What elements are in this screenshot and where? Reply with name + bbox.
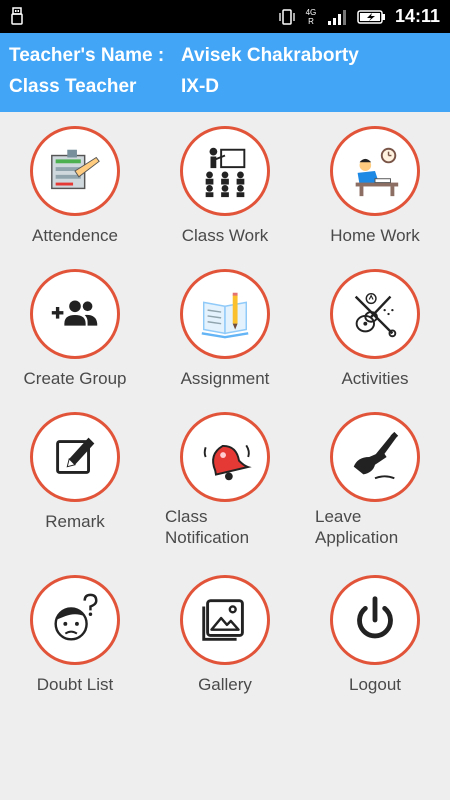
menu-remark[interactable]: Remark bbox=[0, 412, 150, 552]
signal-icon bbox=[327, 9, 346, 25]
menu-label: Class Work bbox=[181, 226, 269, 245]
status-bar: 4G R 14:11 bbox=[0, 0, 450, 33]
menu-class-work[interactable]: Class Work bbox=[150, 126, 300, 266]
menu-assignment[interactable]: Assignment bbox=[150, 269, 300, 409]
activities-icon bbox=[354, 292, 397, 338]
menu-gallery[interactable]: Gallery bbox=[150, 575, 300, 715]
clock: 14:11 bbox=[394, 6, 440, 26]
usb-icon bbox=[11, 7, 23, 25]
menu-create-group[interactable]: Create Group bbox=[0, 269, 150, 409]
menu-home-work[interactable]: Home Work bbox=[300, 126, 450, 266]
remark-icon bbox=[56, 437, 95, 474]
menu-doubt-list[interactable]: Doubt List bbox=[0, 575, 150, 715]
teacher-name-value: Avisek Chakraborty bbox=[181, 45, 359, 66]
gallery-icon bbox=[202, 599, 244, 641]
network-type: 4G R bbox=[305, 7, 317, 26]
menu-label: Doubt List bbox=[36, 675, 114, 694]
menu-activities[interactable]: Activities bbox=[300, 269, 450, 409]
assignment-icon bbox=[201, 292, 249, 339]
home-work-icon bbox=[355, 147, 399, 197]
class-teacher-label: Class Teacher bbox=[9, 76, 137, 97]
menu-label: Create Group bbox=[23, 369, 127, 388]
leave-application-icon bbox=[353, 431, 399, 480]
menu-label: Leave Application bbox=[315, 507, 399, 547]
class-teacher-value: IX-D bbox=[181, 76, 219, 97]
teacher-info-header: Teacher's Name : Avisek Chakraborty Class… bbox=[0, 33, 450, 112]
battery-icon bbox=[357, 9, 385, 24]
menu-label: Class Notification bbox=[165, 507, 250, 547]
menu-label: Home Work bbox=[330, 226, 420, 245]
menu-label: Remark bbox=[45, 512, 105, 531]
doubt-icon bbox=[54, 593, 98, 641]
menu-label: Logout bbox=[349, 675, 401, 694]
attendance-icon bbox=[51, 149, 100, 190]
bell-icon bbox=[203, 444, 252, 481]
menu-class-notification[interactable]: Class Notification bbox=[150, 412, 300, 552]
menu-label: Attendence bbox=[31, 226, 118, 245]
menu-label: Gallery bbox=[198, 675, 252, 694]
menu-label: Activities bbox=[341, 369, 409, 388]
teacher-name-label: Teacher's Name : bbox=[9, 45, 165, 66]
power-icon bbox=[357, 596, 393, 639]
menu-leave-application[interactable]: Leave Application bbox=[300, 412, 450, 552]
menu-label: Assignment bbox=[180, 369, 270, 388]
class-work-icon bbox=[205, 147, 246, 198]
create-group-icon bbox=[51, 300, 98, 326]
vibrate-icon bbox=[279, 8, 295, 25]
menu-attendence[interactable]: Attendence bbox=[0, 126, 150, 266]
menu-logout[interactable]: Logout bbox=[300, 575, 450, 715]
